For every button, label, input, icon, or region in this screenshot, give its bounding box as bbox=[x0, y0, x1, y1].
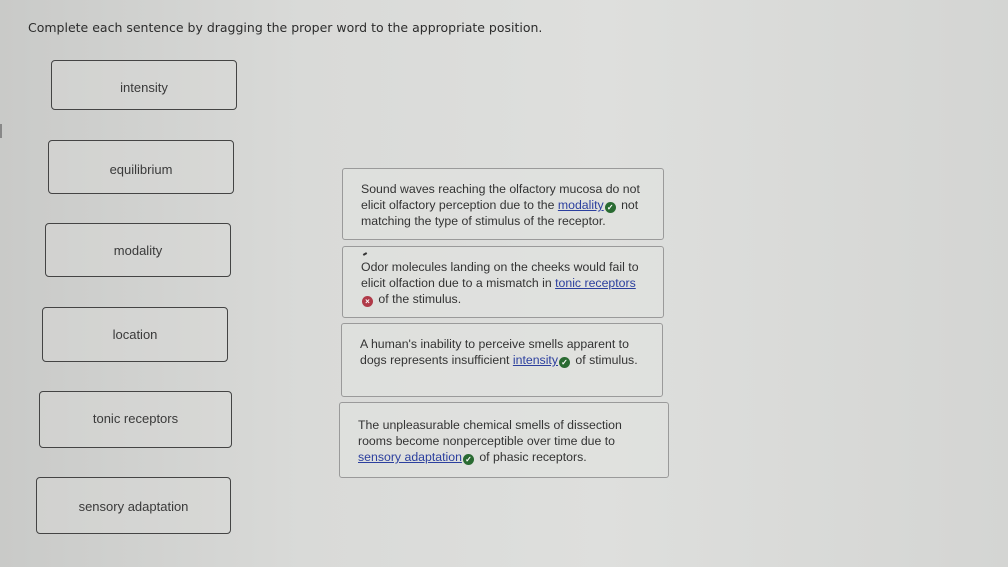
placed-answer[interactable]: modality bbox=[558, 198, 604, 212]
x-circle-icon: × bbox=[362, 296, 373, 307]
check-circle-icon: ✓ bbox=[559, 357, 571, 368]
sentence-target[interactable]: A human's inability to perceive smells a… bbox=[341, 323, 663, 397]
stray-mark bbox=[362, 252, 368, 256]
instructions-text: Complete each sentence by dragging the p… bbox=[28, 20, 543, 35]
placed-answer[interactable]: sensory adaptation bbox=[358, 450, 462, 464]
word-tile-sensory-adaptation[interactable]: sensory adaptation bbox=[36, 477, 231, 534]
word-tile-tonic-receptors[interactable]: tonic receptors bbox=[39, 391, 232, 448]
sentence-target[interactable]: Sound waves reaching the olfactory mucos… bbox=[342, 168, 664, 240]
word-tile-label: modality bbox=[113, 243, 163, 258]
word-tile-intensity[interactable]: intensity bbox=[51, 60, 237, 110]
word-tile-label: sensory adaptation bbox=[78, 499, 189, 514]
placed-answer[interactable]: tonic receptors bbox=[555, 276, 636, 290]
placed-answer[interactable]: intensity bbox=[513, 353, 558, 367]
word-tile-location[interactable]: location bbox=[42, 307, 228, 362]
word-tile-label: tonic receptors bbox=[92, 411, 179, 426]
sentence-text-after: of the stimulus. bbox=[375, 292, 462, 306]
sentence-text-before: The unpleasurable chemical smells of dis… bbox=[358, 418, 622, 448]
sentence-target[interactable]: Odor molecules landing on the cheeks wou… bbox=[342, 246, 664, 318]
sentence-target[interactable]: The unpleasurable chemical smells of dis… bbox=[339, 402, 669, 478]
page-edge-mark bbox=[0, 124, 2, 138]
check-circle-icon: ✓ bbox=[462, 454, 474, 465]
sentence-text-after: of phasic receptors. bbox=[475, 450, 587, 464]
word-tile-equilibrium[interactable]: equilibrium bbox=[48, 140, 234, 194]
word-tile-modality[interactable]: modality bbox=[45, 223, 231, 277]
word-tile-label: equilibrium bbox=[109, 162, 173, 177]
word-tile-label: location bbox=[112, 327, 158, 342]
word-tile-label: intensity bbox=[120, 80, 168, 95]
check-circle-icon: ✓ bbox=[604, 202, 616, 213]
sentence-text-after: of stimulus. bbox=[572, 353, 638, 367]
